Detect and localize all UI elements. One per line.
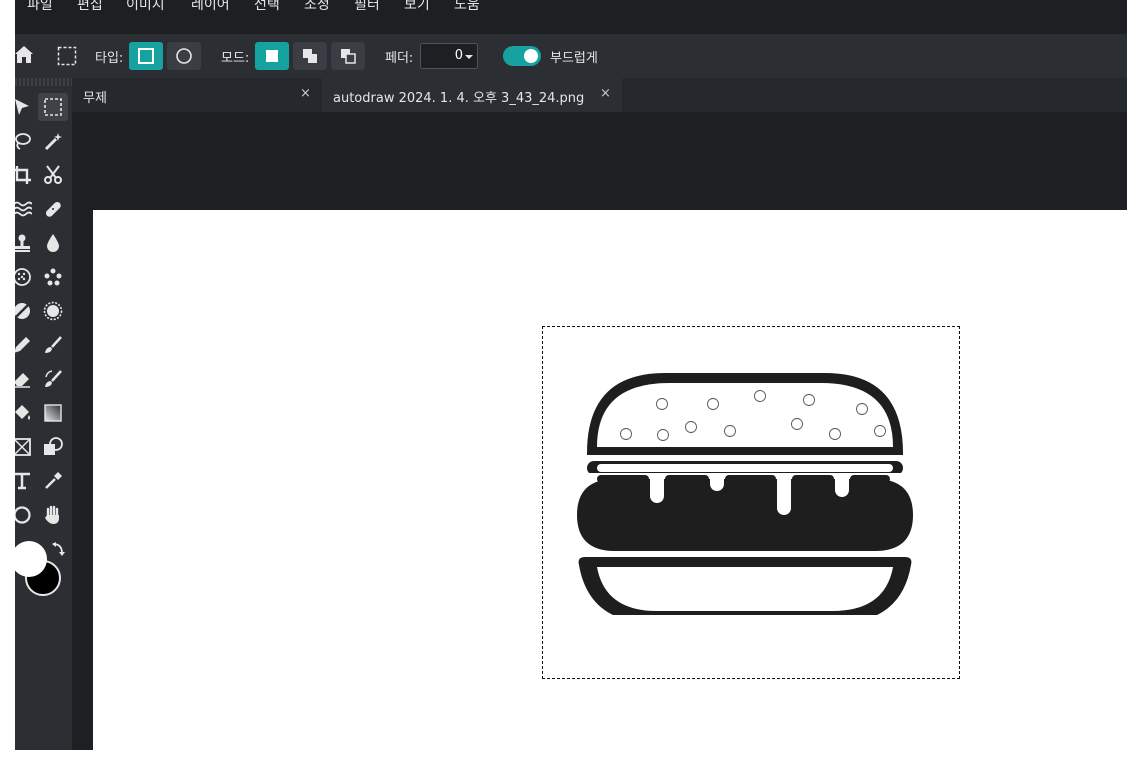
menu-file[interactable]: 파일 bbox=[27, 0, 53, 14]
spot-icon[interactable] bbox=[38, 263, 68, 291]
menu-view[interactable]: 보기 bbox=[404, 0, 430, 14]
tab-untitled[interactable]: 무제 × bbox=[72, 78, 322, 112]
hand-icon[interactable] bbox=[38, 501, 68, 529]
rectangle-icon bbox=[138, 48, 154, 64]
sponge-icon[interactable] bbox=[15, 263, 37, 291]
tools-panel bbox=[15, 78, 72, 750]
mode-label: 모드: bbox=[221, 51, 250, 66]
smooth-label: 부드럽게 bbox=[550, 51, 598, 66]
crop-icon[interactable] bbox=[15, 161, 37, 189]
menu-help[interactable]: 도움 bbox=[454, 0, 480, 14]
pencil-icon[interactable] bbox=[15, 331, 37, 359]
type-label: 타입: bbox=[95, 51, 124, 66]
burger-image bbox=[575, 373, 915, 615]
close-icon[interactable]: × bbox=[600, 86, 611, 101]
eraser-icon[interactable] bbox=[15, 365, 37, 393]
swap-colors-icon[interactable] bbox=[51, 542, 65, 562]
feather-label: 페더: bbox=[385, 51, 414, 66]
feather-value: 0 bbox=[454, 48, 463, 63]
shape-icon[interactable] bbox=[38, 433, 68, 461]
options-toolbar: 타입: 모드: 페더: 0 부드럽게 bbox=[15, 34, 1127, 78]
dodge-icon[interactable] bbox=[15, 297, 37, 325]
stamp-icon[interactable] bbox=[15, 229, 37, 257]
toggle-knob bbox=[524, 49, 538, 63]
mode-new-icon bbox=[266, 50, 278, 62]
type-ellipse-button[interactable] bbox=[167, 42, 201, 70]
tab-label: 무제 bbox=[83, 91, 107, 106]
brush-icon[interactable] bbox=[38, 331, 68, 359]
tab-autodraw[interactable]: autodraw 2024. 1. 4. 오후 3_43_24.png × bbox=[322, 78, 622, 112]
tab-label: autodraw 2024. 1. 4. 오후 3_43_24.png bbox=[333, 91, 585, 106]
sharpen-icon[interactable] bbox=[38, 297, 68, 325]
mode-add-icon bbox=[303, 49, 317, 63]
marquee-tool-icon bbox=[57, 46, 77, 70]
mode-add-button[interactable] bbox=[293, 42, 327, 70]
feather-input[interactable]: 0 bbox=[420, 43, 478, 69]
menu-filter[interactable]: 필터 bbox=[354, 0, 380, 14]
menu-image[interactable]: 이미지 bbox=[126, 0, 165, 14]
move-tool-icon[interactable] bbox=[15, 93, 37, 121]
text-icon[interactable] bbox=[15, 467, 37, 495]
magic-wand-icon[interactable] bbox=[38, 127, 68, 155]
home-icon[interactable] bbox=[15, 45, 33, 69]
bandage-icon[interactable] bbox=[38, 195, 68, 223]
ellipse-icon bbox=[176, 48, 192, 64]
mode-subtract-icon bbox=[341, 49, 356, 64]
blur-icon[interactable] bbox=[38, 229, 68, 257]
menu-bar: 파일 편집 이미지 레이어 선택 조정 필터 보기 도움 bbox=[15, 0, 1127, 34]
app-window: 파일 편집 이미지 레이어 선택 조정 필터 보기 도움 타입: 모드: 페더:… bbox=[15, 0, 1127, 750]
gradient-icon[interactable] bbox=[38, 399, 68, 427]
liquify-icon[interactable] bbox=[15, 195, 37, 223]
close-icon[interactable]: × bbox=[300, 86, 311, 101]
image-canvas[interactable] bbox=[93, 210, 1127, 750]
menu-layer[interactable]: 레이어 bbox=[191, 0, 230, 14]
scissors-icon[interactable] bbox=[38, 161, 68, 189]
menu-select[interactable]: 선택 bbox=[254, 0, 280, 14]
mode-new-button[interactable] bbox=[255, 42, 289, 70]
frame-icon[interactable] bbox=[15, 433, 37, 461]
color-replace-icon[interactable] bbox=[38, 365, 68, 393]
bucket-icon[interactable] bbox=[15, 399, 37, 427]
menu-adjust[interactable]: 조정 bbox=[304, 0, 330, 14]
workspace bbox=[72, 112, 1127, 750]
marquee-icon[interactable] bbox=[38, 93, 68, 121]
document-tabs: 무제 × autodraw 2024. 1. 4. 오후 3_43_24.png… bbox=[72, 78, 1127, 112]
smooth-toggle[interactable] bbox=[503, 46, 541, 66]
menu-edit[interactable]: 편집 bbox=[77, 0, 103, 14]
eyedropper-icon[interactable] bbox=[38, 467, 68, 495]
ellipse-tool-icon[interactable] bbox=[15, 501, 37, 529]
panel-grip[interactable] bbox=[15, 78, 72, 86]
lasso-icon[interactable] bbox=[15, 127, 37, 155]
type-rectangle-button[interactable] bbox=[129, 42, 163, 70]
color-swatches bbox=[15, 538, 72, 608]
mode-subtract-button[interactable] bbox=[331, 42, 365, 70]
chevron-down-icon bbox=[465, 55, 473, 59]
